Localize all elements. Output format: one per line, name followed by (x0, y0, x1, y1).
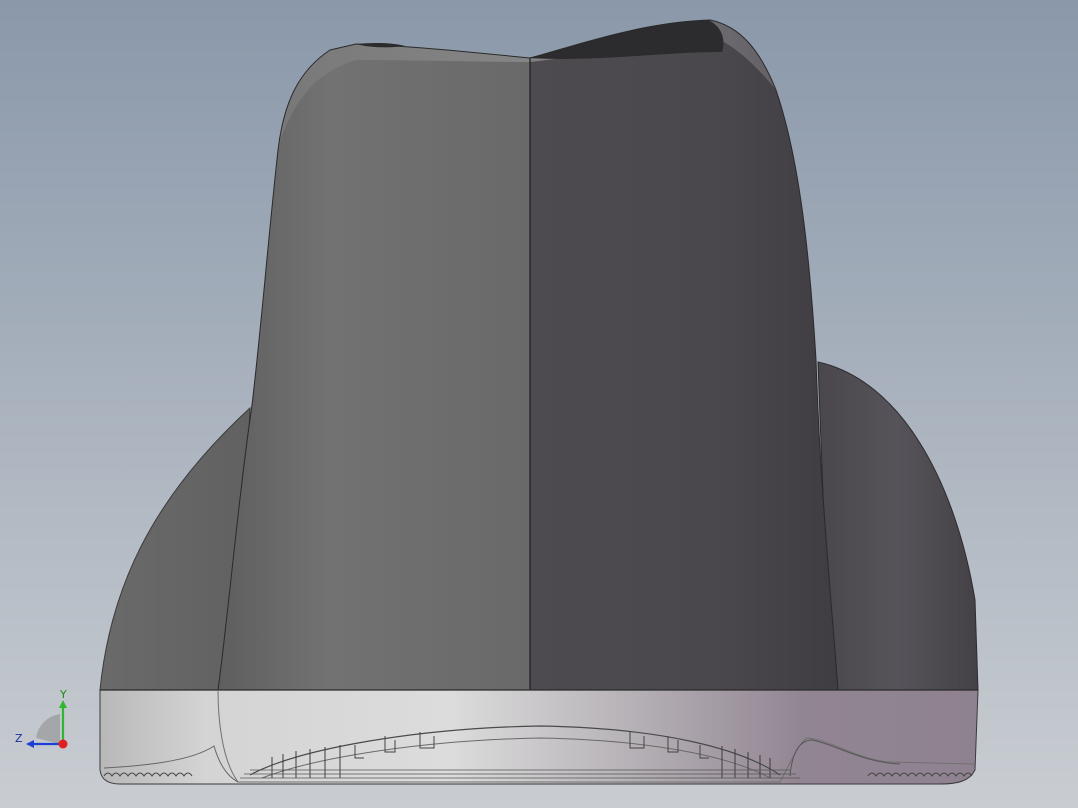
x-axis-dot-icon (58, 739, 68, 749)
model-view[interactable] (0, 0, 1078, 808)
view-orientation-triad[interactable]: Y Z (12, 686, 76, 750)
cad-viewport[interactable]: Y Z (0, 0, 1078, 808)
y-axis-label: Y (59, 688, 67, 701)
z-axis-arrow-icon (26, 740, 34, 748)
y-axis-arrow-icon (59, 700, 67, 708)
z-axis-label: Z (15, 732, 23, 745)
triad-arc (36, 714, 60, 744)
